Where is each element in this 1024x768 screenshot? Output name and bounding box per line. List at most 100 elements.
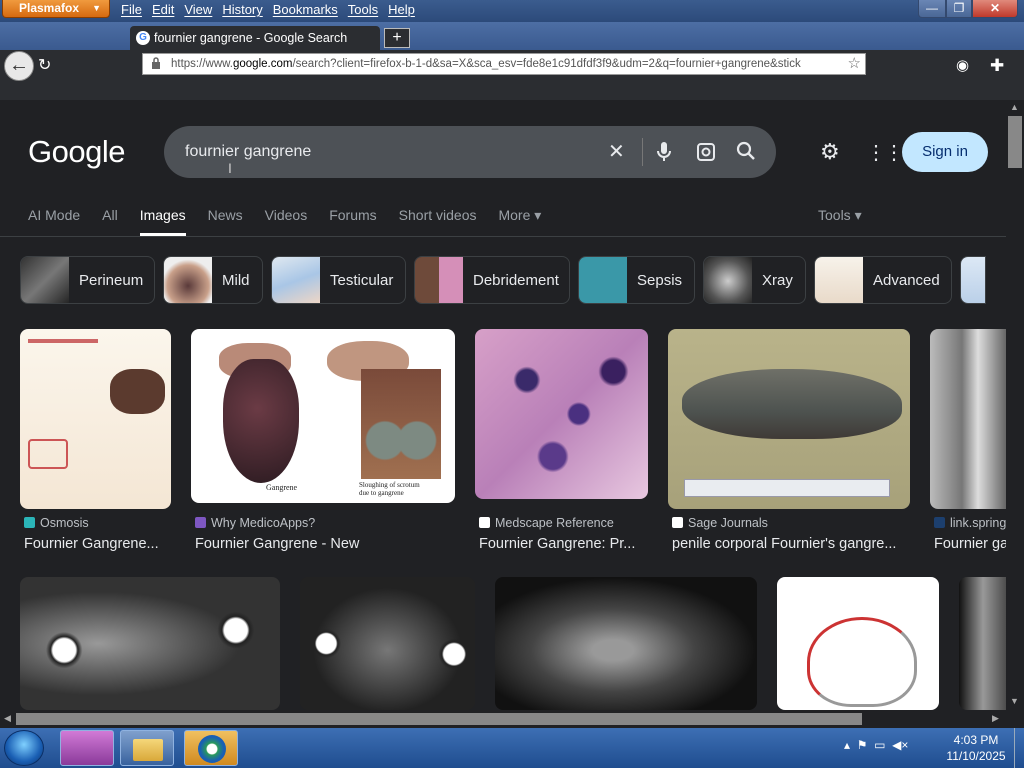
app-menu-button[interactable]: Plasmafox ▼ bbox=[2, 0, 110, 18]
tab-forums[interactable]: Forums bbox=[329, 207, 376, 224]
medscape-favicon-icon bbox=[479, 517, 490, 528]
image-result[interactable] bbox=[777, 577, 939, 710]
vertical-scroll-thumb[interactable] bbox=[1008, 116, 1022, 168]
vertical-scrollbar[interactable]: ▲ ▼ bbox=[1006, 100, 1024, 710]
browser-globe-icon bbox=[198, 735, 226, 763]
scroll-left-icon[interactable]: ◀ bbox=[4, 713, 11, 724]
bookmark-star-icon[interactable]: ☆ bbox=[848, 54, 861, 74]
back-button[interactable]: ← bbox=[4, 51, 34, 81]
chip-thumbnail bbox=[21, 257, 69, 303]
result-title[interactable]: Fournier Gangrene: Pr... bbox=[479, 536, 647, 552]
chip-testicular[interactable]: Testicular bbox=[271, 256, 406, 304]
new-tab-button[interactable]: + bbox=[384, 28, 410, 48]
result-image bbox=[20, 329, 171, 509]
result-title[interactable]: Fournier ga bbox=[934, 536, 1006, 552]
account-icon[interactable]: ◉ bbox=[956, 56, 969, 74]
horizontal-scroll-thumb[interactable] bbox=[16, 713, 862, 725]
tab-short-videos[interactable]: Short videos bbox=[399, 207, 477, 224]
image-result[interactable] bbox=[300, 577, 475, 710]
menu-bookmarks[interactable]: Bookmarks bbox=[270, 2, 345, 17]
taskbar-browser[interactable] bbox=[184, 730, 238, 766]
chip-thumbnail bbox=[272, 257, 320, 303]
result-title[interactable]: Fournier Gangrene - New bbox=[195, 536, 455, 552]
search-icon[interactable] bbox=[736, 141, 756, 161]
clock-date: 11/10/2025 bbox=[946, 749, 1006, 763]
chip-label: Mild bbox=[222, 272, 250, 289]
settings-gear-icon[interactable]: ⚙ bbox=[820, 139, 840, 165]
result-title[interactable]: penile corporal Fournier's gangre... bbox=[672, 536, 910, 552]
chip-label: Testicular bbox=[330, 272, 394, 289]
sign-in-button[interactable]: Sign in bbox=[902, 132, 988, 172]
springer-favicon-icon bbox=[934, 517, 945, 528]
show-desktop-button[interactable] bbox=[1014, 728, 1024, 768]
chip-partial[interactable] bbox=[960, 256, 986, 304]
windows-taskbar: ▴ ⚑ ▭ ◀× 4:03 PM 11/10/2025 bbox=[0, 728, 1024, 768]
menu-help[interactable]: Help bbox=[385, 2, 422, 17]
maximize-button[interactable]: ❐ bbox=[946, 0, 972, 18]
image-result[interactable] bbox=[959, 577, 1006, 710]
menu-history[interactable]: History bbox=[219, 2, 269, 17]
menu-file[interactable]: File bbox=[118, 2, 149, 17]
start-button[interactable] bbox=[4, 730, 44, 766]
chip-thumbnail bbox=[704, 257, 752, 303]
horizontal-scrollbar[interactable]: ◀ ▶ bbox=[0, 710, 1006, 728]
close-window-button[interactable]: ✕ bbox=[972, 0, 1018, 18]
google-favicon-icon: G bbox=[136, 31, 150, 45]
search-box[interactable]: fournier gangrene ✕ bbox=[164, 126, 776, 178]
result-image bbox=[475, 329, 648, 499]
chip-sepsis[interactable]: Sepsis bbox=[578, 256, 695, 304]
image-result[interactable] bbox=[20, 577, 280, 710]
clock-time: 4:03 PM bbox=[953, 733, 999, 747]
menu-bar: File Edit View History Bookmarks Tools H… bbox=[118, 2, 422, 17]
search-tabs: AI Mode All Images News Videos Forums Sh… bbox=[28, 207, 563, 236]
tools-button[interactable]: Tools ▾ bbox=[818, 207, 862, 224]
tab-all[interactable]: All bbox=[102, 207, 118, 224]
url-bar[interactable]: https://www.google.com/search?client=fir… bbox=[142, 53, 866, 75]
reload-icon[interactable]: ↻ bbox=[38, 55, 51, 75]
chip-mild[interactable]: Mild bbox=[163, 256, 263, 304]
extensions-puzzle-icon[interactable]: ✚ bbox=[990, 56, 1004, 76]
taskbar-explorer[interactable] bbox=[120, 730, 174, 766]
system-tray[interactable]: ▴ ⚑ ▭ ◀× bbox=[844, 738, 908, 752]
result-title[interactable]: Fournier Gangrene... bbox=[24, 536, 172, 552]
tab-more[interactable]: More ▾ bbox=[498, 207, 541, 224]
result-image: Gangrene Sloughing of scrotum due to gan… bbox=[191, 329, 455, 503]
tab-strip: G fournier gangrene - Google Search + bbox=[0, 22, 1024, 50]
chip-advanced[interactable]: Advanced bbox=[814, 256, 952, 304]
minimize-button[interactable]: — bbox=[918, 0, 946, 18]
tab-title: fournier gangrene - Google Search bbox=[154, 31, 348, 45]
result-source: Why MedicoApps? bbox=[195, 516, 315, 530]
menu-edit[interactable]: Edit bbox=[149, 2, 181, 17]
chip-label: Perineum bbox=[79, 272, 144, 289]
medicoapps-favicon-icon bbox=[195, 517, 206, 528]
microphone-icon[interactable] bbox=[656, 141, 672, 163]
result-source: Osmosis bbox=[24, 516, 89, 530]
browser-tab[interactable]: G fournier gangrene - Google Search bbox=[130, 26, 380, 50]
chip-label: Advanced bbox=[873, 272, 940, 289]
chip-debridement[interactable]: Debridement bbox=[414, 256, 570, 304]
chip-thumbnail bbox=[164, 257, 212, 303]
clear-search-icon[interactable]: ✕ bbox=[608, 139, 625, 164]
taskbar-plasmafox[interactable] bbox=[60, 730, 114, 766]
google-logo[interactable]: Google bbox=[28, 134, 125, 170]
scroll-down-icon[interactable]: ▼ bbox=[1010, 696, 1019, 706]
text-cursor-icon: I bbox=[228, 160, 232, 176]
chip-xray[interactable]: Xray bbox=[703, 256, 806, 304]
tab-ai-mode[interactable]: AI Mode bbox=[28, 207, 80, 224]
chip-perineum[interactable]: Perineum bbox=[20, 256, 155, 304]
search-input[interactable]: fournier gangrene bbox=[185, 143, 311, 161]
scroll-right-icon[interactable]: ▶ bbox=[992, 713, 999, 724]
tab-news[interactable]: News bbox=[208, 207, 243, 224]
sage-favicon-icon bbox=[672, 517, 683, 528]
menu-tools[interactable]: Tools bbox=[345, 2, 385, 17]
image-result[interactable] bbox=[495, 577, 757, 710]
camera-lens-icon[interactable] bbox=[696, 142, 716, 162]
result-image bbox=[930, 329, 1006, 509]
tab-images[interactable]: Images bbox=[139, 207, 186, 236]
scroll-up-icon[interactable]: ▲ bbox=[1010, 102, 1019, 112]
taskbar-clock[interactable]: 4:03 PM 11/10/2025 bbox=[940, 732, 1012, 764]
chip-label: Xray bbox=[762, 272, 793, 289]
tab-videos[interactable]: Videos bbox=[265, 207, 308, 224]
chip-thumbnail bbox=[579, 257, 627, 303]
menu-view[interactable]: View bbox=[181, 2, 219, 17]
